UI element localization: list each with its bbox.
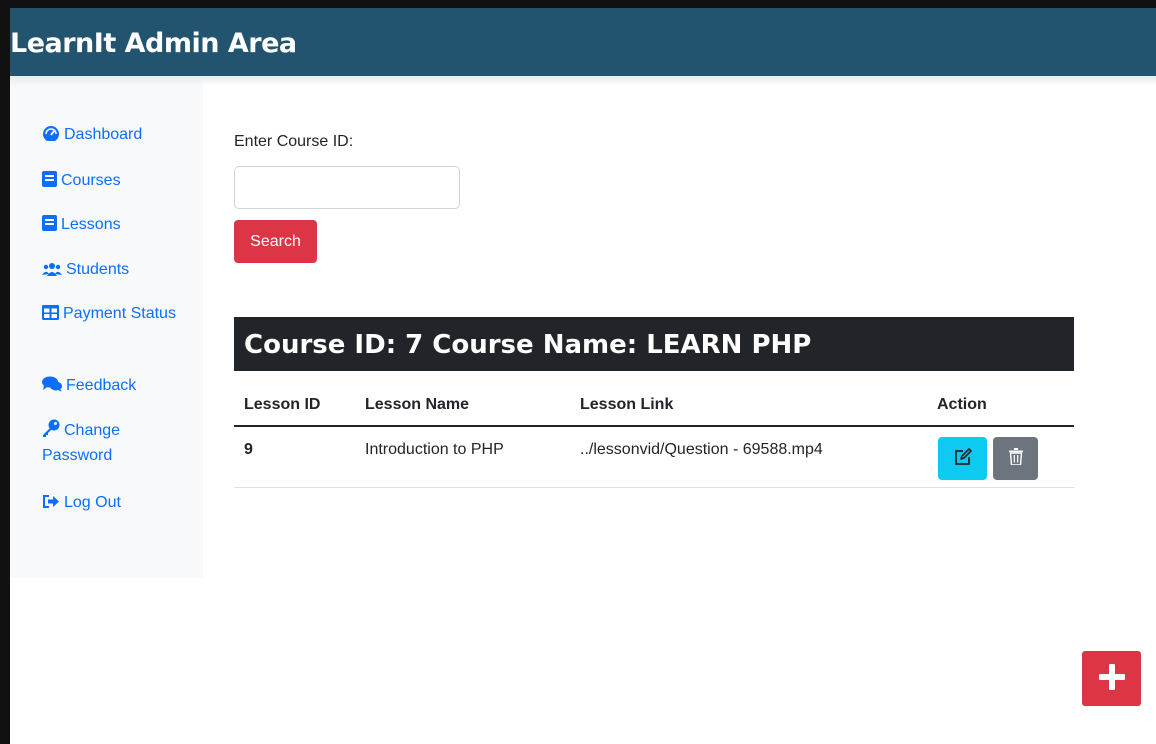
delete-button[interactable] bbox=[993, 437, 1038, 480]
table-row-divider bbox=[234, 487, 1074, 488]
book-icon bbox=[42, 215, 57, 238]
tachometer-icon bbox=[42, 125, 60, 148]
column-header-lesson-id: Lesson ID bbox=[244, 396, 321, 413]
users-icon bbox=[42, 260, 62, 283]
course-id-input[interactable] bbox=[234, 166, 460, 209]
top-navbar: LearnIt Admin Area bbox=[10, 8, 1156, 76]
sidebar-item-students[interactable]: Students bbox=[42, 258, 192, 283]
key-icon bbox=[42, 419, 60, 444]
column-header-lesson-link: Lesson Link bbox=[580, 396, 674, 413]
sidebar-item-label: Students bbox=[66, 261, 130, 278]
brand-title[interactable]: LearnIt Admin Area bbox=[10, 28, 297, 59]
sidebar-item-label: Feedback bbox=[66, 377, 137, 394]
sidebar-item-label: Dashboard bbox=[64, 126, 143, 143]
sidebar-item-lessons[interactable]: Lessons bbox=[42, 213, 192, 238]
sidebar-item-label: Lessons bbox=[61, 216, 121, 233]
comments-icon bbox=[42, 376, 62, 399]
lesson-id-cell: 9 bbox=[244, 441, 253, 458]
sidebar-item-courses[interactable]: Courses bbox=[42, 169, 192, 194]
window-frame-top bbox=[0, 0, 1156, 8]
search-button[interactable]: Search bbox=[234, 220, 317, 263]
plus-icon bbox=[1098, 663, 1125, 694]
column-header-action: Action bbox=[937, 396, 987, 413]
sidebar-item-payment-status[interactable]: Payment Status bbox=[42, 302, 192, 327]
window-frame-left bbox=[0, 0, 10, 744]
lesson-name-cell: Introduction to PHP bbox=[365, 441, 504, 458]
sidebar: Dashboard Courses Lessons Students Payme… bbox=[10, 76, 203, 578]
table-header-divider bbox=[234, 425, 1074, 427]
edit-icon bbox=[954, 447, 972, 470]
sidebar-item-log-out[interactable]: Log Out bbox=[42, 491, 192, 516]
trash-icon bbox=[1008, 448, 1023, 469]
sidebar-item-label: Courses bbox=[61, 172, 121, 189]
course-heading: Course ID: 7 Course Name: LEARN PHP bbox=[234, 317, 1074, 371]
sign-out-icon bbox=[42, 493, 60, 516]
sidebar-item-dashboard[interactable]: Dashboard bbox=[42, 123, 192, 148]
table-icon bbox=[42, 304, 59, 327]
add-lesson-button[interactable] bbox=[1082, 651, 1141, 706]
sidebar-item-change-password[interactable]: Change Password bbox=[42, 419, 192, 467]
sidebar-item-label: Log Out bbox=[64, 494, 121, 511]
sidebar-item-label: Payment Status bbox=[63, 305, 176, 322]
column-header-lesson-name: Lesson Name bbox=[365, 396, 470, 413]
lesson-link-cell: ../lessonvid/Question - 69588.mp4 bbox=[580, 441, 823, 458]
course-id-label: Enter Course ID: bbox=[234, 133, 354, 150]
sidebar-item-feedback[interactable]: Feedback bbox=[42, 374, 192, 399]
book-icon bbox=[42, 171, 57, 194]
navbar-shadow bbox=[10, 76, 1156, 86]
edit-button[interactable] bbox=[938, 437, 987, 480]
